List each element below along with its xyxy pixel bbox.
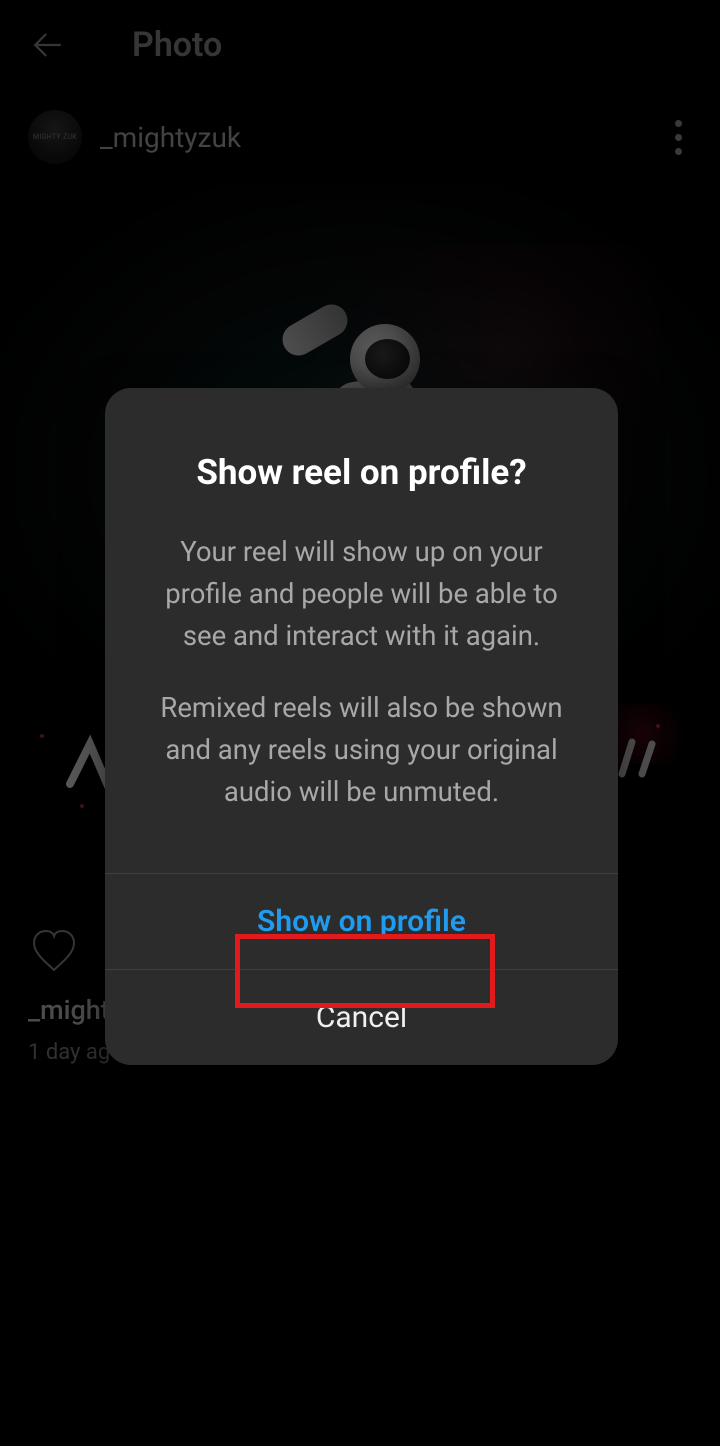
show-on-profile-button[interactable]: Show on profile	[105, 873, 618, 969]
cancel-button[interactable]: Cancel	[105, 969, 618, 1065]
confirm-dialog: Show reel on profile? Your reel will sho…	[105, 388, 618, 1065]
dialog-body-text: Your reel will show up on your profile a…	[147, 531, 576, 813]
dialog-title: Show reel on profile?	[147, 452, 576, 493]
